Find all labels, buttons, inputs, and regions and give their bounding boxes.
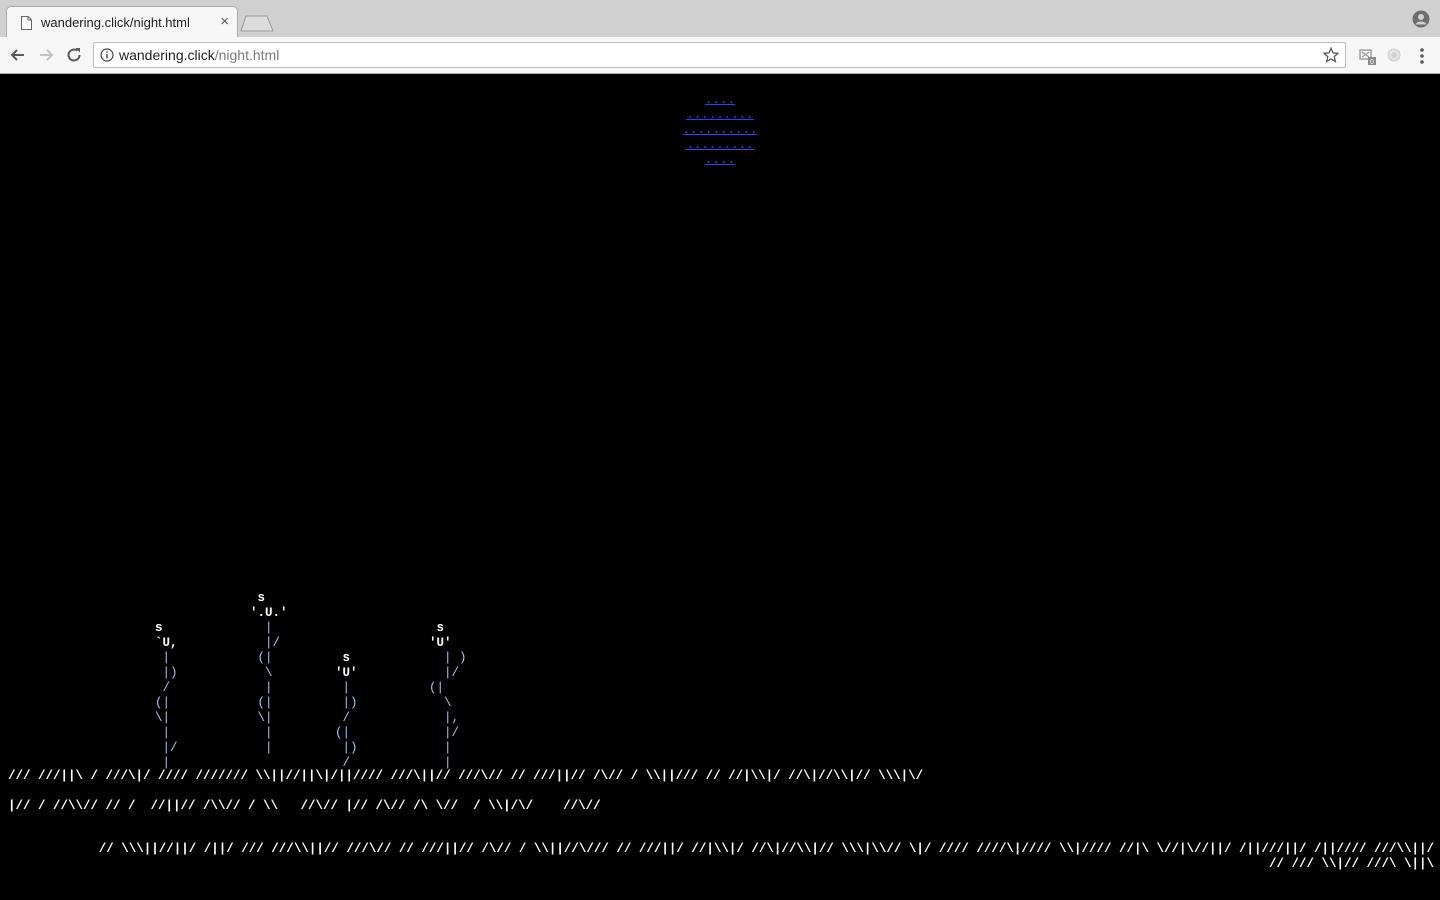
flower-4: s 'U' xyxy=(429,621,452,650)
stem-3: | |) / (| |) / xyxy=(335,681,358,770)
profile-icon[interactable] xyxy=(1412,10,1430,28)
tab-title: wandering.click/night.html xyxy=(41,15,190,30)
plant-3: s 'U' | |) / (| |) / xyxy=(335,651,358,771)
reload-icon[interactable] xyxy=(64,45,84,65)
flower-3: s 'U' xyxy=(335,651,358,680)
page-content: .... ......... .......... ......... ....… xyxy=(0,74,1440,900)
flower-2: s '.U.' xyxy=(250,591,288,620)
star-icon[interactable] xyxy=(1323,47,1339,63)
svg-text:0: 0 xyxy=(1370,59,1374,66)
tab-strip: wandering.click/night.html × xyxy=(0,0,1440,37)
flower-1: s `U, xyxy=(155,621,178,650)
extension-icon[interactable]: 0 xyxy=(1358,46,1378,66)
info-icon[interactable] xyxy=(100,48,114,62)
stem-2: | |/ (| \ | (| \| | | xyxy=(257,621,281,755)
url-text[interactable]: wandering.click/night.html xyxy=(119,47,279,63)
stem-1: | |) / (| \| | |/ | xyxy=(155,651,178,770)
moon-link[interactable]: .... ......... .......... ......... .... xyxy=(0,93,1440,168)
grass-row-1: /// ///||\ / ///\|/ //// /////// \\||//|… xyxy=(8,769,924,783)
menu-icon[interactable] xyxy=(1415,46,1429,66)
forward-icon[interactable] xyxy=(36,45,56,65)
grass-row-3: // \\\||//||/ /||/ /// ///\\||// ///\// … xyxy=(98,842,1434,856)
url-host: wandering.click xyxy=(119,47,215,63)
address-bar[interactable]: wandering.click/night.html xyxy=(93,42,1346,68)
plant-4: s 'U' | ) |/ (| \ |, |/ | | xyxy=(429,621,467,771)
document-icon xyxy=(21,16,32,30)
plant-1: s `U, | |) / (| \| | |/ | xyxy=(155,621,178,771)
grass-row-4: // /// \\|// ///\ \||\ xyxy=(1268,857,1434,871)
tab-active[interactable]: wandering.click/night.html × xyxy=(6,6,238,37)
extension-icon-2[interactable] xyxy=(1386,47,1402,63)
stem-4: | ) |/ (| \ |, |/ | | xyxy=(429,651,467,770)
grass-row-2: |// / //\\// // / //||// /\\// / \\ //\/… xyxy=(8,799,601,813)
new-tab-icon[interactable] xyxy=(240,15,274,32)
plant-2: s '.U.' | |/ (| \ | (| \| | | xyxy=(250,591,288,756)
close-tab-icon[interactable]: × xyxy=(220,14,229,30)
url-path: /night.html xyxy=(214,47,280,63)
toolbar: wandering.click/night.html 0 xyxy=(0,37,1440,74)
back-icon[interactable] xyxy=(8,45,28,65)
